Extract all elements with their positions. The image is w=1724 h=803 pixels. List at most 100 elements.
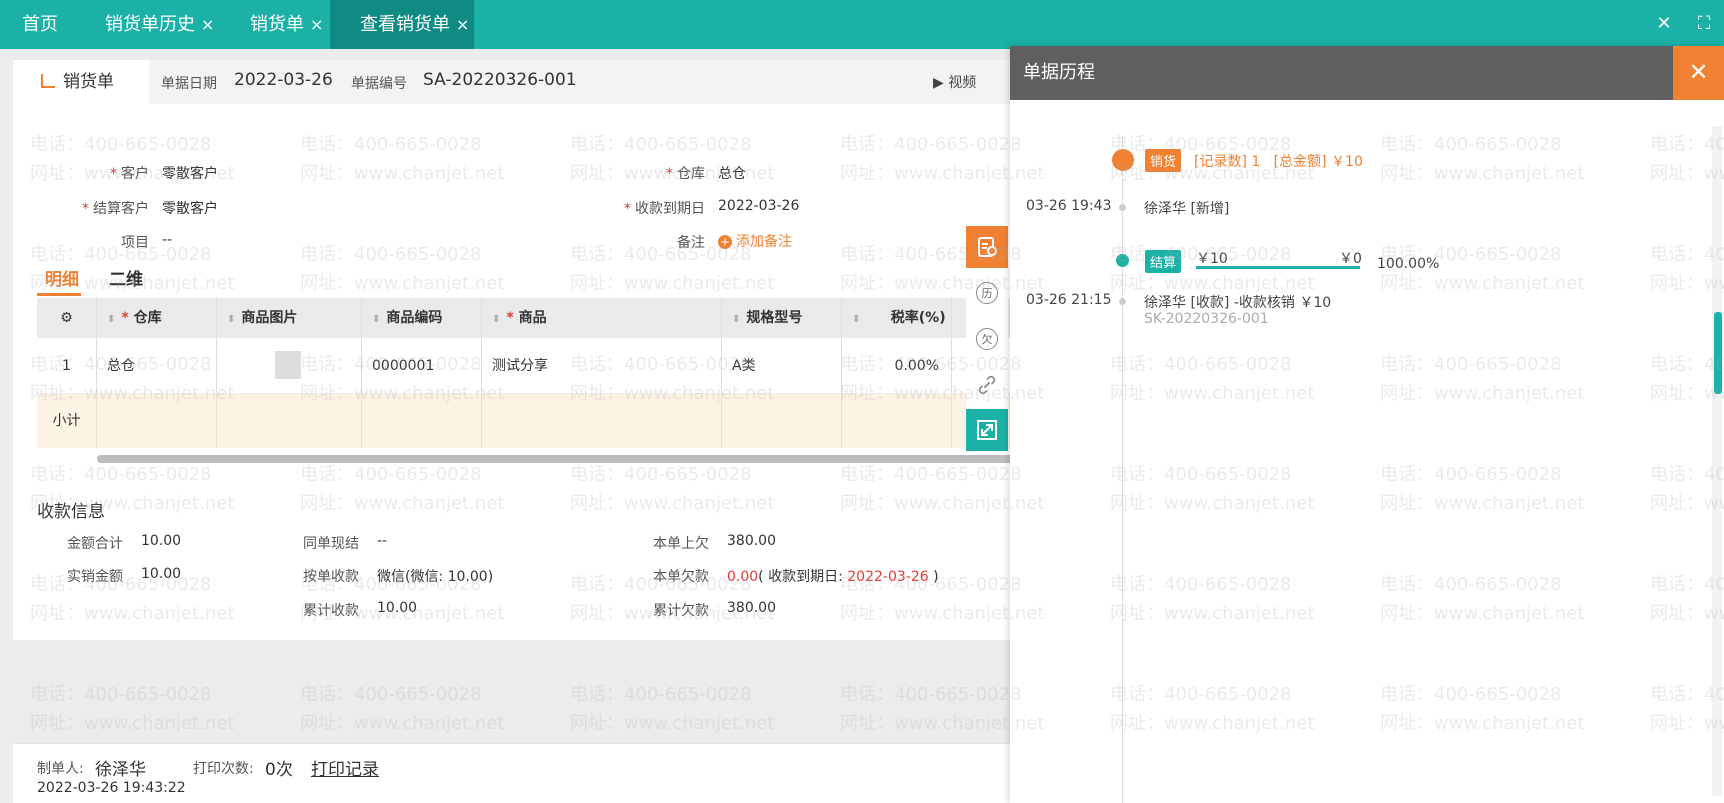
label-text: 收款到期日 <box>635 201 705 217</box>
close-icon[interactable]: × <box>201 15 214 34</box>
form-tab-label: 销货单 <box>63 72 114 92</box>
col-product[interactable]: ⬍ * 商品 <box>482 298 722 338</box>
cell-product: 测试分享 <box>482 338 722 393</box>
cell-warehouse: 总仓 <box>97 338 217 393</box>
watermark-text: 电话：400-665-0028 <box>840 684 1022 705</box>
sort-icon: ⬍ <box>492 314 501 325</box>
maker-value: 徐泽华 <box>95 760 146 780</box>
sort-icon: ⬍ <box>107 314 116 325</box>
subtab-detail[interactable]: 明细 <box>45 265 79 290</box>
date-value: 2022-03-26 <box>234 70 333 90</box>
tab-sales-order[interactable]: 销货单 × <box>250 0 323 49</box>
required-mark: * <box>82 201 89 217</box>
sales-order-panel: 销货单 单据日期 2022-03-26 单据编号 SA-20220326-001… <box>13 60 1013 640</box>
subtotal-cell <box>217 394 362 448</box>
sort-icon: ⬍ <box>732 314 741 325</box>
payment-section-title: 收款信息 <box>37 502 105 522</box>
owed-due-prefix: ( 收款到期日: <box>758 569 848 585</box>
add-note-button[interactable]: + 添加备注 <box>718 231 792 251</box>
cum-received-label: 累计收款 <box>303 603 359 619</box>
settle-progress-bar <box>1196 266 1360 269</box>
tab-label: 查看销货单 <box>360 14 450 35</box>
project-label: 项目 <box>121 235 149 251</box>
add-note-label: 添加备注 <box>736 234 792 250</box>
col-tax[interactable]: ⬍ 税率(%) <box>842 298 952 338</box>
row-index: 1 <box>37 338 97 393</box>
scrollbar-thumb[interactable] <box>1714 312 1722 394</box>
col-code[interactable]: ⬍ 商品编码 <box>362 298 482 338</box>
watermark-text: 网址：www.chanjet.net <box>570 713 775 734</box>
writeoff-label: 实销金额 <box>67 569 123 585</box>
by-order-label: 按单收款 <box>303 569 359 585</box>
header-text: 商品编码 <box>386 310 443 326</box>
cell-image <box>217 338 362 393</box>
sales-badge: 销货 <box>1145 149 1182 172</box>
subtotal-cell <box>482 394 722 448</box>
subtotal-label: 小计 <box>37 394 97 448</box>
print-count-value: 0次 <box>265 760 293 780</box>
records-value: 1 <box>1251 154 1261 170</box>
event-time: 03-26 21:15 <box>1026 292 1112 308</box>
event-ref[interactable]: SK-20220326-001 <box>1144 311 1269 327</box>
event-time: 03-26 19:43 <box>1026 198 1112 214</box>
form-footer: 制单人: 徐泽华 打印次数: 0次 打印记录 2022-03-26 19:43:… <box>13 743 1013 803</box>
form-tab[interactable]: 销货单 <box>13 60 149 104</box>
by-order-value: 微信(微信: 10.00) <box>377 569 494 585</box>
history-title: 单据历程 <box>1023 62 1095 83</box>
tab-home[interactable]: 首页 <box>22 0 58 49</box>
settle-remain: ￥0 <box>1339 251 1362 267</box>
sort-icon: ⬍ <box>852 314 861 325</box>
document-icon[interactable] <box>966 226 1008 268</box>
created-time: 2022-03-26 19:43:22 <box>37 780 186 796</box>
col-warehouse[interactable]: ⬍ * 仓库 <box>97 298 217 338</box>
link-icon[interactable] <box>966 364 1008 406</box>
subtotal-row: 小计 <box>37 394 1013 448</box>
owed-value: 0.00( 收款到期日: 2022-03-26 ) <box>727 566 939 586</box>
event-text: 徐泽华 [收款] -收款核销 ￥10 <box>1144 295 1332 311</box>
header-text: 商品 <box>518 310 547 326</box>
close-icon[interactable]: ✕ <box>1673 46 1724 100</box>
print-count-label: 打印次数: <box>193 761 254 777</box>
owed-due-date: 2022-03-26 <box>847 569 929 585</box>
header-text: 商品图片 <box>241 310 298 326</box>
history-icon[interactable]: 历 <box>966 272 1008 314</box>
owed-icon[interactable]: 欠 <box>966 318 1008 360</box>
window-close-icon[interactable]: ✕ <box>1644 0 1684 49</box>
close-icon[interactable]: × <box>310 15 323 34</box>
table-header: ⚙ ⬍ * 仓库 ⬍ 商品图片 ⬍ 商品编码 ⬍ * 商品 ⬍ 规格型号 ⬍ 税率(%) <box>37 298 1013 338</box>
cell-tax: 0.00% <box>842 338 952 393</box>
due-date-label: * 收款到期日 <box>573 198 705 218</box>
expand-icon[interactable] <box>966 409 1008 451</box>
image-placeholder-icon <box>275 351 301 379</box>
owed-amount: 0.00 <box>727 569 759 585</box>
watermark-text: 网址：www.chanjet.net <box>300 713 505 734</box>
fullscreen-icon[interactable]: ⛶ <box>1684 0 1724 49</box>
video-link[interactable]: ▶ 视频 <box>933 72 976 92</box>
col-spec[interactable]: ⬍ 规格型号 <box>722 298 842 338</box>
amount-total-value: 10.00 <box>141 533 182 549</box>
subtotal-cell <box>362 394 482 448</box>
timeline-dot <box>1116 254 1129 267</box>
header-text: 仓库 <box>133 310 162 326</box>
vertical-scrollbar[interactable] <box>1712 126 1722 796</box>
close-icon[interactable]: × <box>456 15 469 34</box>
tab-label: 销货单历史 <box>105 14 195 35</box>
print-record-link[interactable]: 打印记录 <box>311 755 379 780</box>
settings-icon[interactable]: ⚙ <box>37 298 97 338</box>
cell-code: 0000001 <box>362 338 482 393</box>
subtab-2d[interactable]: 二维 <box>109 265 143 290</box>
plus-icon: + <box>718 235 732 249</box>
timeline-dot <box>1112 149 1134 171</box>
tab-view-sales-order[interactable]: 查看销货单 × <box>330 0 474 49</box>
writeoff-value: 10.00 <box>141 566 182 582</box>
horizontal-scrollbar[interactable] <box>97 455 1013 463</box>
table-row[interactable]: 1 总仓 0000001 测试分享 A类 0.00% <box>37 338 1013 394</box>
tab-sales-history[interactable]: 销货单历史 × <box>105 0 214 49</box>
required-mark: * <box>666 166 673 182</box>
timeline-dot <box>1119 298 1126 305</box>
watermark-text: 电话：400-665-0028 <box>570 684 752 705</box>
label-text: 仓库 <box>677 166 705 182</box>
note-label: 备注 <box>677 235 705 251</box>
tab-label: 销货单 <box>250 14 304 35</box>
col-image[interactable]: ⬍ 商品图片 <box>217 298 362 338</box>
